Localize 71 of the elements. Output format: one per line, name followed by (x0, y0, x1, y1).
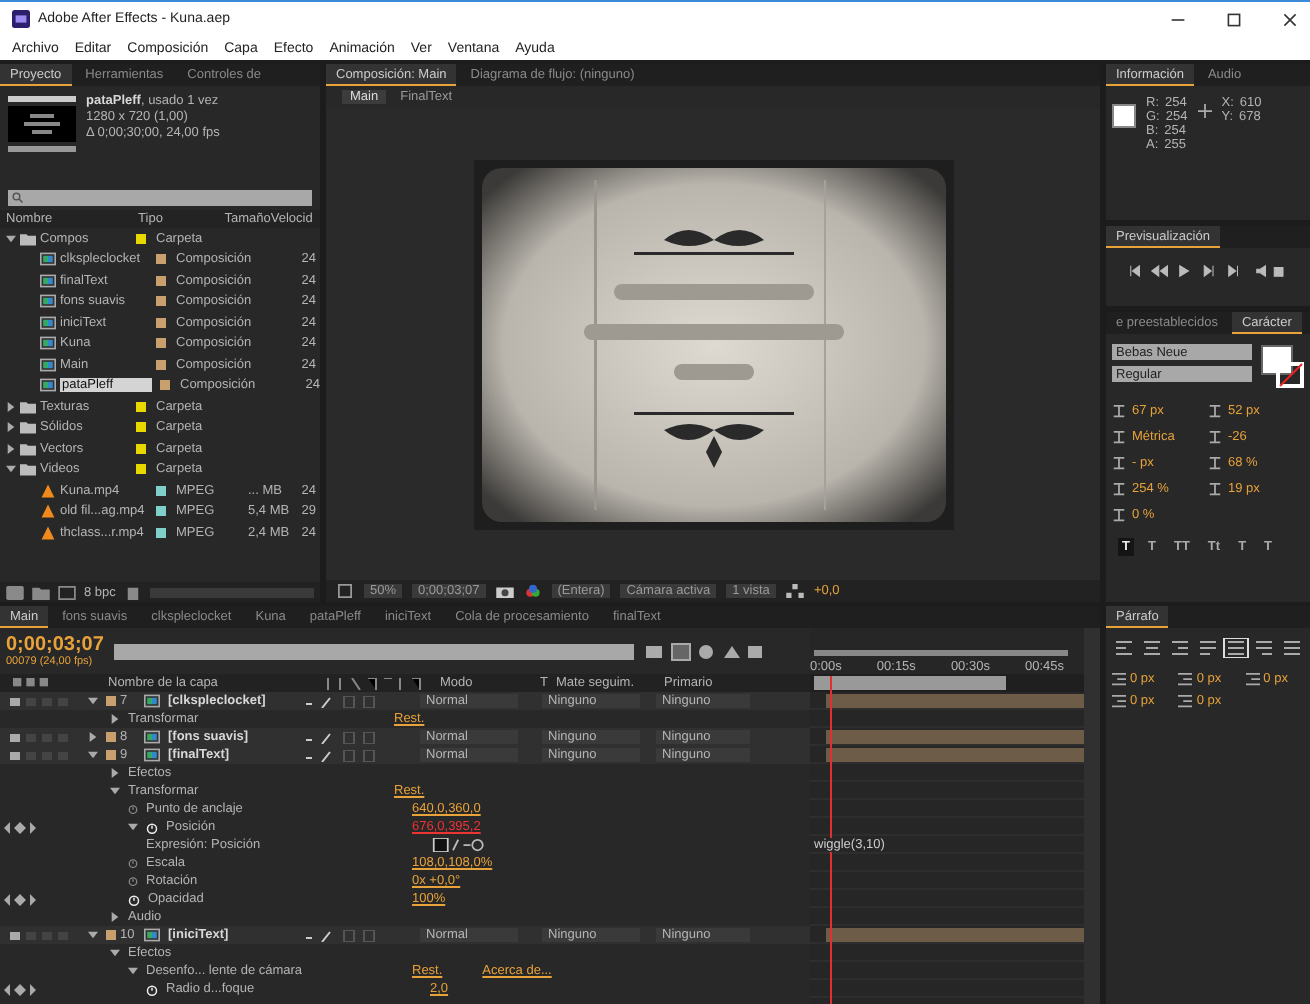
search-field[interactable] (8, 190, 312, 206)
app-logo-icon (12, 10, 30, 28)
layer-search-field[interactable] (113, 643, 634, 659)
disclosure-triangle-icon[interactable] (6, 422, 16, 433)
disclosure-triangle-icon[interactable] (128, 966, 138, 976)
text-metric-icon (1208, 429, 1222, 443)
vertical-scrollbar[interactable] (1084, 628, 1100, 1004)
alignment-buttons-icon[interactable] (1112, 638, 1304, 658)
layer-duration-bar[interactable] (826, 693, 1084, 707)
maximize-icon[interactable] (1226, 11, 1242, 27)
disclosure-triangle-icon[interactable] (6, 233, 16, 244)
trash-icon[interactable] (123, 585, 142, 599)
composition-icon (40, 273, 56, 288)
expression-controls-icon[interactable] (430, 838, 490, 852)
timeline-tools-icon[interactable] (643, 641, 764, 661)
disclosure-triangle-icon[interactable] (6, 401, 16, 412)
keyframe-navigator-icon[interactable] (4, 983, 36, 995)
disclosure-triangle-icon[interactable] (110, 786, 120, 796)
composition-icon (40, 315, 56, 330)
layer-label-swatch[interactable] (106, 732, 116, 742)
disclosure-triangle-icon[interactable] (110, 912, 120, 922)
composition-icon (40, 357, 56, 372)
horizontal-scrollbar[interactable] (149, 587, 314, 597)
composition-icon (40, 378, 56, 393)
text-metric-icon (1112, 455, 1126, 469)
disclosure-triangle-icon[interactable] (88, 696, 98, 706)
text-metric-icon (1112, 481, 1126, 495)
disclosure-triangle-icon[interactable] (110, 714, 120, 724)
close-icon[interactable] (1282, 11, 1298, 27)
new-folder-icon[interactable] (32, 585, 50, 599)
thumbnail-picture-icon (8, 94, 76, 154)
channels-icon[interactable] (523, 584, 542, 598)
disclosure-triangle-icon[interactable] (6, 443, 16, 454)
text-metric-icon (1208, 481, 1222, 495)
indent-icon (1112, 672, 1126, 686)
layer-duration-bar[interactable] (826, 747, 1084, 761)
fill-stroke-swatch-icon[interactable] (1260, 344, 1304, 388)
text-metric-icon (1208, 455, 1222, 469)
indent-icon (1178, 672, 1193, 686)
layer-duration-bar[interactable] (826, 927, 1084, 941)
layer-duration-bar[interactable] (826, 729, 1084, 743)
disclosure-triangle-icon[interactable] (88, 930, 98, 940)
indent-icon (1178, 694, 1193, 708)
disclosure-triangle-icon[interactable] (110, 768, 120, 778)
keyframe-navigator-icon[interactable] (4, 893, 36, 905)
composition-icon (40, 252, 56, 267)
search-icon (12, 192, 24, 204)
layer-switches-header-icon (324, 677, 424, 689)
layer-label-swatch[interactable] (106, 750, 116, 760)
composition-icon (40, 336, 56, 351)
disclosure-triangle-icon[interactable] (88, 732, 98, 742)
keyframe-navigator-icon[interactable] (4, 821, 36, 833)
composition-icon (40, 294, 56, 309)
layer-label-swatch[interactable] (106, 930, 116, 940)
camera-icon[interactable] (495, 584, 514, 598)
flowchart-icon[interactable] (785, 584, 804, 598)
text-metric-icon (1112, 403, 1126, 417)
disclosure-triangle-icon[interactable] (110, 948, 120, 958)
disclosure-triangle-icon[interactable] (128, 822, 138, 832)
text-metric-icon (1112, 429, 1126, 443)
grid-icon[interactable] (336, 584, 354, 598)
disclosure-triangle-icon[interactable] (88, 750, 98, 760)
text-metric-icon (1112, 507, 1126, 521)
indent-icon (1112, 694, 1126, 708)
layer-label-swatch[interactable] (106, 696, 116, 706)
disclosure-triangle-icon[interactable] (6, 464, 16, 475)
indent-icon (1245, 672, 1260, 686)
timecode[interactable]: 0;00;03;07 (6, 634, 104, 656)
color-swatch (1112, 104, 1136, 128)
new-composition-icon[interactable] (58, 585, 76, 599)
text-metric-icon (1208, 403, 1222, 417)
